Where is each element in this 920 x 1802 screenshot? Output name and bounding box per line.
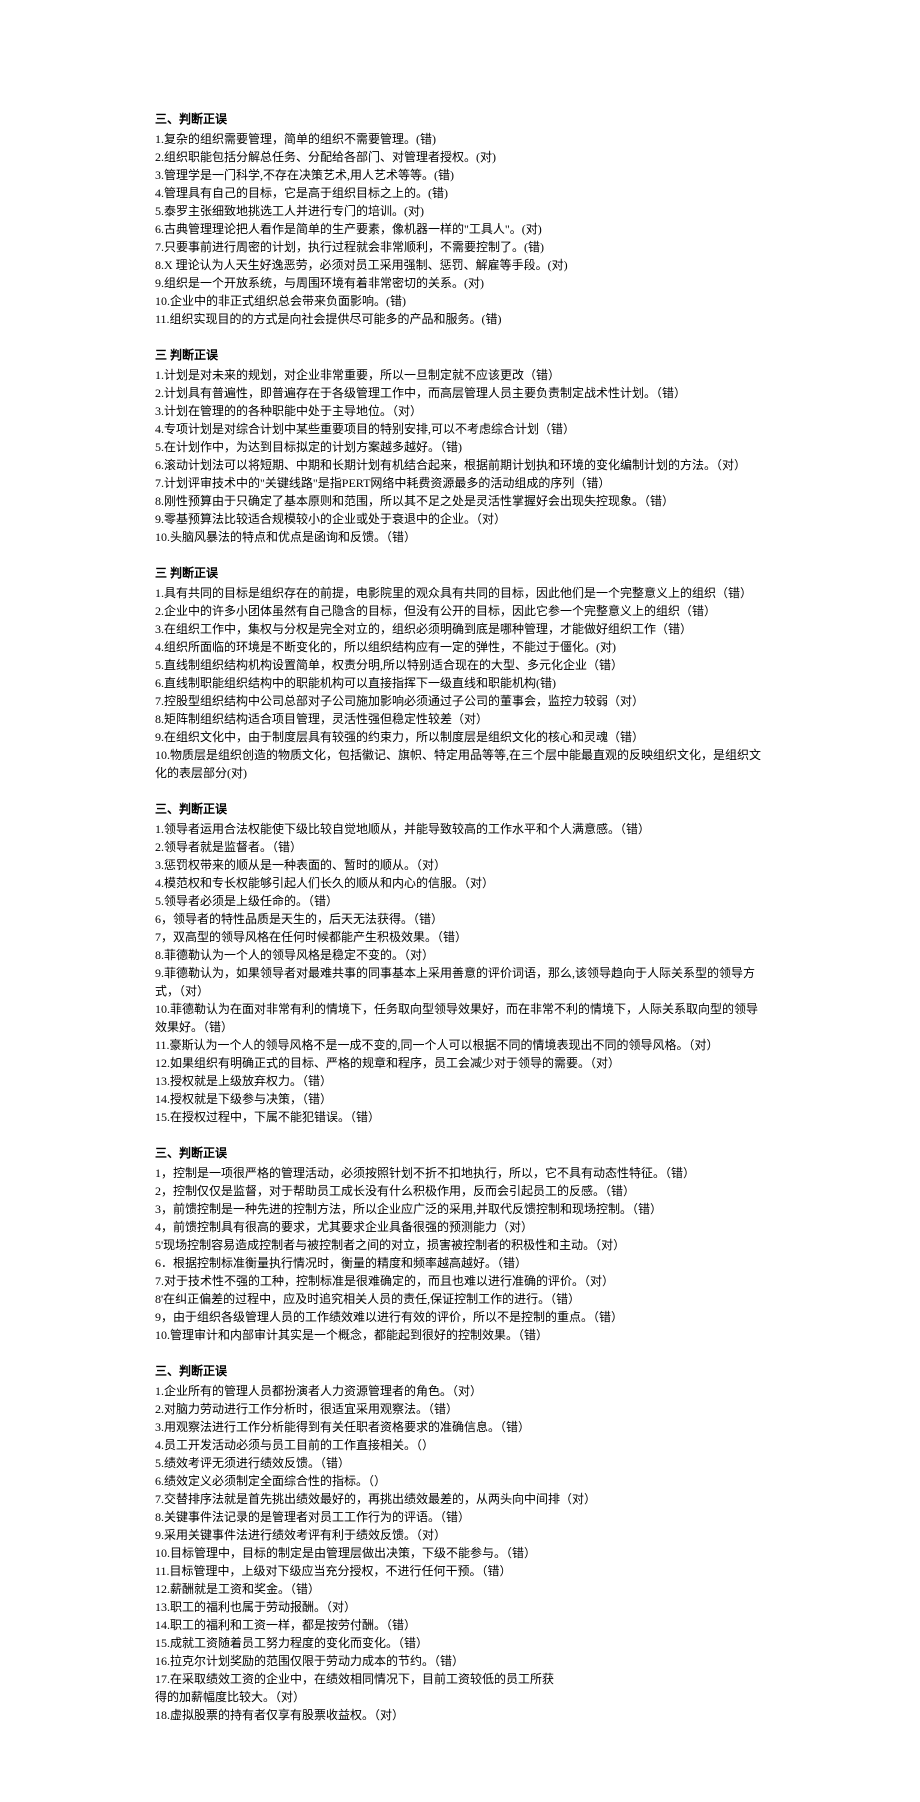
question-item: 11.目标管理中，上级对下级应当充分授权，不进行任何干预。（错） <box>155 1562 765 1580</box>
question-item: 3，前馈控制是一种先进的控制方法，所以企业应广泛的采用,并取代反馈控制和现场控制… <box>155 1200 765 1218</box>
question-item: 10.管理审计和内部审计其实是一个概念，都能起到很好的控制效果。（错） <box>155 1326 765 1344</box>
question-item: 4.组织所面临的环境是不断变化的，所以组织结构应有一定的弹性，不能过于僵化。(对… <box>155 638 765 656</box>
question-item: 13.职工的福利也属于劳动报酬。（对） <box>155 1598 765 1616</box>
section: 三、判断正误 1，控制是一项很严格的管理活动，必须按照针划不折不扣地执行，所以，它… <box>155 1144 765 1344</box>
question-item: 15.成就工资随着员工努力程度的变化而变化。（错） <box>155 1634 765 1652</box>
question-item: 6.滚动计划法可以将短期、中期和长期计划有机结合起来，根据前期计划执和环境的变化… <box>155 456 765 474</box>
question-item: 10.物质层是组织创造的物质文化，包括徽记、旗帜、特定用品等等,在三个层中能最直… <box>155 746 765 782</box>
question-item: 1.领导者运用合法权能使下级比较自觉地顺从，并能导致较高的工作水平和个人满意感。… <box>155 820 765 838</box>
question-item: 2.组织职能包括分解总任务、分配给各部门、对管理者授权。(对) <box>155 148 765 166</box>
question-item: 2.企业中的许多小团体虽然有自己隐含的目标，但没有公开的目标，因此它参一个完整意… <box>155 602 765 620</box>
question-item: 5.在计划作中，为达到目标拟定的计划方案越多越好。（错) <box>155 438 765 456</box>
question-item: 6.直线制职能组织结构中的职能机构可以直接指挥下一级直线和职能机构(错) <box>155 674 765 692</box>
question-item: 8.菲德勒认为一个人的领导风格是稳定不变的。（对） <box>155 946 765 964</box>
question-item: 8.X 理论认为人天生好逸恶劳，必须对员工采用强制、惩罚、解雇等手段。(对) <box>155 256 765 274</box>
section-title: 三 判断正误 <box>155 564 765 582</box>
question-item: 7.只要事前进行周密的计划，执行过程就会非常顺利，不需要控制了。(错) <box>155 238 765 256</box>
question-item: 8.刚性预算由于只确定了基本原则和范围，所以其不足之处是灵活性掌握好会出现失控现… <box>155 492 765 510</box>
question-item: 9，由于组织各级管理人员的工作绩效难以进行有效的评价，所以不是控制的重点。（错） <box>155 1308 765 1326</box>
question-item: 9.组织是一个开放系统，与周围环境有着非常密切的关系。(对) <box>155 274 765 292</box>
question-item: 18.虚拟股票的持有者仅享有股票收益权。（对） <box>155 1706 765 1724</box>
question-item: 9.在组织文化中，由于制度层具有较强的约束力，所以制度层是组织文化的核心和灵魂（… <box>155 728 765 746</box>
question-item: 10.目标管理中，目标的制定是由管理层做出决策，下级不能参与。（错） <box>155 1544 765 1562</box>
question-item: 1.计划是对未来的规划，对企业非常重要，所以一旦制定就不应该更改（错） <box>155 366 765 384</box>
question-item: 6.古典管理理论把人看作是简单的生产要素，像机器一样的"工具人"。(对) <box>155 220 765 238</box>
question-item: 12.如果组织有明确正式的目标、严格的规章和程序，员工会减少对于领导的需要。（对… <box>155 1054 765 1072</box>
question-item: 1.具有共同的目标是组织存在的前提，电影院里的观众具有共同的目标，因此他们是一个… <box>155 584 765 602</box>
question-item: 14.职工的福利和工资一样，都是按劳付酬。（错） <box>155 1616 765 1634</box>
question-item: 2.对脑力劳动进行工作分析时，很适宜采用观察法。（错） <box>155 1400 765 1418</box>
question-item: 9.采用关键事件法进行绩效考评有利于绩效反馈。（对） <box>155 1526 765 1544</box>
question-item: 3.用观察法进行工作分析能得到有关任职者资格要求的准确信息。（错） <box>155 1418 765 1436</box>
question-item: 4，前馈控制具有很高的要求，尤其要求企业具备很强的预测能力（对） <box>155 1218 765 1236</box>
question-item: 2.领导者就是监督者。（错） <box>155 838 765 856</box>
section-title: 三、判断正误 <box>155 1362 765 1380</box>
question-item: 12.薪酬就是工资和奖金。（错） <box>155 1580 765 1598</box>
question-item: 1.复杂的组织需要管理，简单的组织不需要管理。(错) <box>155 130 765 148</box>
question-item: 1，控制是一项很严格的管理活动，必须按照针划不折不扣地执行，所以，它不具有动态性… <box>155 1164 765 1182</box>
question-item: 3.管理学是一门科学,不存在决策艺术,用人艺术等等。(错) <box>155 166 765 184</box>
section-title: 三、判断正误 <box>155 110 765 128</box>
question-item: 9.零基预算法比较适合规模较小的企业或处于衰退中的企业。（对） <box>155 510 765 528</box>
question-item: 13.授权就是上级放弃权力。（错） <box>155 1072 765 1090</box>
question-item: 得的加薪幅度比较大。（对） <box>155 1688 765 1706</box>
question-item: 5'现场控制容易造成控制者与被控制者之间的对立，损害被控制者的积极性和主动。（对… <box>155 1236 765 1254</box>
question-item: 5.直线制组织结构机构设置简单，权责分明,所以特别适合现在的大型、多元化企业（错… <box>155 656 765 674</box>
section: 三、判断正误 1.领导者运用合法权能使下级比较自觉地顺从，并能导致较高的工作水平和… <box>155 800 765 1126</box>
question-item: 4.专项计划是对综合计划中某些重要项目的特别安排,可以不考虑综合计划（错） <box>155 420 765 438</box>
question-item: 6，领导者的特性品质是天生的，后天无法获得。（错） <box>155 910 765 928</box>
question-item: 4.员工开发活动必须与员工目前的工作直接相关。（） <box>155 1436 765 1454</box>
question-item: 10.菲德勒认为在面对非常有利的情境下，任务取向型领导效果好，而在非常不利的情境… <box>155 1000 765 1036</box>
section: 三 判断正误 1.具有共同的目标是组织存在的前提，电影院里的观众具有共同的目标，因… <box>155 564 765 782</box>
question-item: 11.豪斯认为一个人的领导风格不是一成不变的,同一个人可以根据不同的情境表现出不… <box>155 1036 765 1054</box>
section: 三、判断正误 1.复杂的组织需要管理，简单的组织不需要管理。(错)2.组织职能包括… <box>155 110 765 328</box>
section-title: 三、判断正误 <box>155 1144 765 1162</box>
section: 三、判断正误 1.企业所有的管理人员都扮演者人力资源管理者的角色。（对）2.对脑力… <box>155 1362 765 1724</box>
question-item: 3.计划在管理的的各种职能中处于主导地位。（对） <box>155 402 765 420</box>
question-item: 15.在授权过程中，下属不能犯错误。（错） <box>155 1108 765 1126</box>
question-item: 8'在纠正偏差的过程中，应及时追究相关人员的责任,保证控制工作的进行。（错） <box>155 1290 765 1308</box>
section: 三 判断正误 1.计划是对未来的规划，对企业非常重要，所以一旦制定就不应该更改（错… <box>155 346 765 546</box>
question-item: 11.组织实现目的的方式是向社会提供尽可能多的产品和服务。(错) <box>155 310 765 328</box>
section-title: 三 判断正误 <box>155 346 765 364</box>
question-item: 17.在采取绩效工资的企业中，在绩效相同情况下，目前工资较低的员工所获 <box>155 1670 765 1688</box>
question-item: 6.绩效定义必须制定全面综合性的指标。（） <box>155 1472 765 1490</box>
question-item: 8.矩阵制组织结构适合项目管理，灵活性强但稳定性较差（对） <box>155 710 765 728</box>
question-item: 5.绩效考评无须进行绩效反馈。（错） <box>155 1454 765 1472</box>
question-item: 1.企业所有的管理人员都扮演者人力资源管理者的角色。（对） <box>155 1382 765 1400</box>
question-item: 4.管理具有自己的目标，它是高于组织目标之上的。(错) <box>155 184 765 202</box>
question-item: 6．根据控制标准衡量执行情况时，衡量的精度和频率越高越好。（错） <box>155 1254 765 1272</box>
question-item: 5.领导者必须是上级任命的。（错） <box>155 892 765 910</box>
question-item: 3.在组织工作中，集权与分权是完全对立的，组织必须明确到底是哪种管理，才能做好组… <box>155 620 765 638</box>
question-item: 7.计划评审技术中的"关键线路"是指PERT网络中耗费资源最多的活动组成的序列（… <box>155 474 765 492</box>
question-item: 2，控制仅仅是监督，对于帮助员工成长没有什么积极作用，反而会引起员工的反感。（错… <box>155 1182 765 1200</box>
question-item: 8.关键事件法记录的是管理者对员工工作行为的评语。（错） <box>155 1508 765 1526</box>
question-item: 7.控股型组织结构中公司总部对子公司施加影响必须通过子公司的董事会，监控力较弱（… <box>155 692 765 710</box>
question-item: 2.计划具有普遍性，即普遍存在于各级管理工作中，而高层管理人员主要负责制定战术性… <box>155 384 765 402</box>
question-item: 10.企业中的非正式组织总会带来负面影响。(错) <box>155 292 765 310</box>
question-item: 14.授权就是下级参与决策，（错） <box>155 1090 765 1108</box>
question-item: 7.交替排序法就是首先挑出绩效最好的，再挑出绩效最差的，从两头向中间排（对） <box>155 1490 765 1508</box>
section-title: 三、判断正误 <box>155 800 765 818</box>
question-item: 3.惩罚权带来的顺从是一种表面的、暂时的顺从。（对） <box>155 856 765 874</box>
question-item: 16.拉克尔计划奖励的范围仅限于劳动力成本的节约。（错） <box>155 1652 765 1670</box>
question-item: 7.对于技术性不强的工种，控制标准是很难确定的，而且也难以进行准确的评价。（对） <box>155 1272 765 1290</box>
question-item: 9.菲德勒认为，如果领导者对最难共事的同事基本上采用善意的评价词语，那么,该领导… <box>155 964 765 1000</box>
question-item: 5.泰罗主张细致地挑选工人并进行专门的培训。(对) <box>155 202 765 220</box>
question-item: 10.头脑风暴法的特点和优点是函询和反馈。（错） <box>155 528 765 546</box>
question-item: 4.模范权和专长权能够引起人们长久的顺从和内心的信服。（对） <box>155 874 765 892</box>
question-item: 7，双高型的领导风格在任何时候都能产生积极效果。（错） <box>155 928 765 946</box>
